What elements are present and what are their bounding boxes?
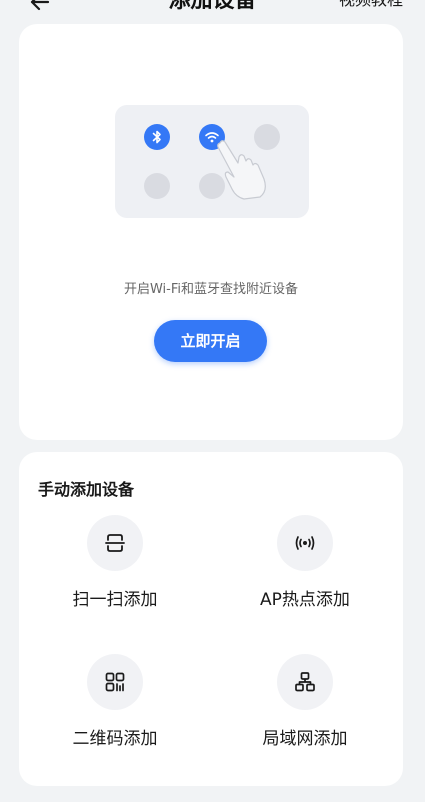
qrcode-add-option[interactable]: 二维码添加 (35, 654, 195, 764)
lan-icon (295, 672, 315, 692)
hotspot-icon-bg (277, 515, 333, 571)
scan-icon (105, 534, 125, 552)
device-dot (144, 173, 170, 199)
lan-add-option[interactable]: 局域网添加 (225, 654, 385, 764)
scan-add-option[interactable]: 扫一扫添加 (35, 515, 195, 625)
lan-icon-bg (277, 654, 333, 710)
app-header: 添加设备 视频教程 (0, 0, 425, 24)
qrcode-add-label: 二维码添加 (72, 729, 158, 749)
video-tutorial-link[interactable]: 视频教程 (339, 0, 403, 10)
hotspot-add-option[interactable]: AP热点添加 (225, 515, 385, 625)
bluetooth-dot (144, 124, 170, 150)
lan-add-label: 局域网添加 (262, 729, 348, 749)
hand-tap-icon (217, 140, 266, 200)
discover-hint: 开启Wi-Fi和蓝牙查找附近设备 (123, 282, 298, 297)
scan-add-label: 扫一扫添加 (72, 590, 158, 610)
hotspot-add-label: AP热点添加 (260, 590, 350, 610)
scan-icon-bg (87, 515, 143, 571)
manual-add-card: 手动添加设备 扫一扫添加 AP热点添加 二维码添加 局域网添加 (19, 452, 403, 786)
qrcode-icon-bg (87, 654, 143, 710)
bluetooth-icon (152, 130, 161, 144)
section-title: 手动添加设备 (38, 480, 135, 499)
hotspot-icon (295, 536, 315, 550)
enable-now-button[interactable]: 立即开启 (154, 320, 267, 362)
discover-card: 开启Wi-Fi和蓝牙查找附近设备 立即开启 (19, 24, 403, 440)
discover-illustration (115, 105, 309, 218)
qrcode-icon (105, 672, 125, 692)
